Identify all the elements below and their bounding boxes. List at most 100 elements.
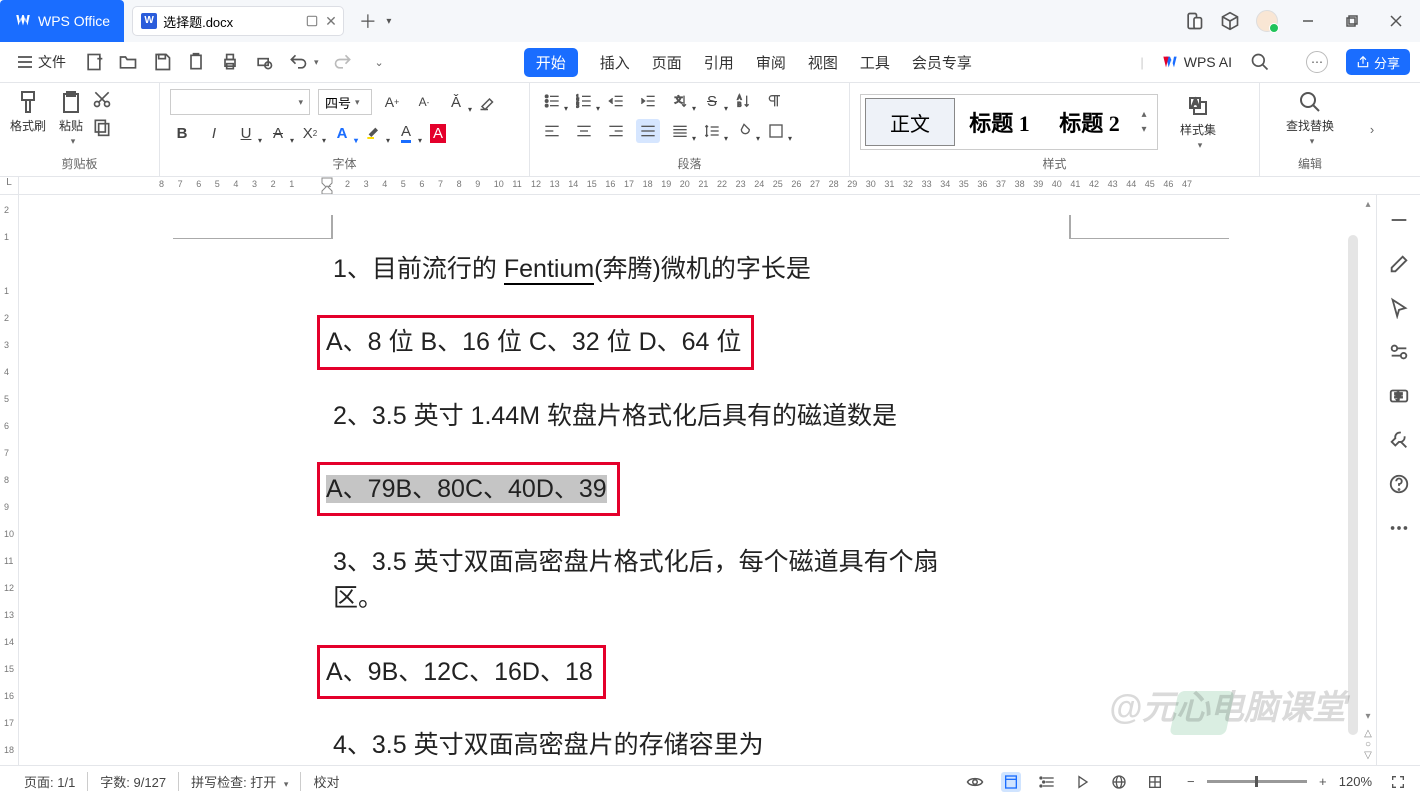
- clipboard-icon[interactable]: [186, 52, 206, 72]
- align-left-icon[interactable]: [540, 119, 564, 143]
- format-painter-button[interactable]: 格式刷: [10, 89, 46, 134]
- cursor-rail-icon[interactable]: [1388, 297, 1410, 319]
- search-icon[interactable]: [1250, 52, 1270, 72]
- vertical-ruler[interactable]: 21123456789101112131415161718: [0, 195, 19, 765]
- print-preview-icon[interactable]: [254, 52, 274, 72]
- sort-icon[interactable]: AB: [732, 89, 756, 113]
- close-icon[interactable]: [1382, 7, 1410, 35]
- wps-ai-button[interactable]: WPS AI: [1162, 54, 1232, 70]
- share-button[interactable]: 分享: [1346, 49, 1410, 75]
- status-words[interactable]: 字数: 9/127: [88, 772, 179, 791]
- fit-page-icon[interactable]: [1388, 772, 1408, 792]
- help-rail-icon[interactable]: [1388, 473, 1410, 495]
- style-h2[interactable]: 标题 2: [1045, 98, 1135, 146]
- pen-rail-icon[interactable]: [1388, 253, 1410, 275]
- tab-insert[interactable]: 插入: [600, 52, 630, 73]
- align-distribute-icon[interactable]: ▾: [668, 119, 692, 143]
- document-viewport[interactable]: 1、目前流行的 Fentium(奔腾)微机的字长是 A、8 位 B、16 位 C…: [19, 195, 1360, 765]
- tab-ref[interactable]: 引用: [704, 52, 734, 73]
- maximize-icon[interactable]: [1338, 7, 1366, 35]
- cube-icon[interactable]: [1220, 11, 1240, 31]
- save-icon[interactable]: [152, 52, 172, 72]
- styles-gallery[interactable]: 正文 标题 1 标题 2 ▴▾: [860, 94, 1158, 150]
- device-icon[interactable]: [1184, 11, 1204, 31]
- text-direction-icon[interactable]: 文▾: [668, 89, 692, 113]
- file-menu[interactable]: 文件: [10, 48, 74, 76]
- zoom-control[interactable]: − + 120%: [1181, 772, 1372, 792]
- eye-icon[interactable]: [965, 772, 985, 792]
- tab-view[interactable]: 视图: [808, 52, 838, 73]
- answer-3-box[interactable]: A、9B、12C、16D、18: [317, 645, 606, 699]
- borders-icon[interactable]: ▾: [764, 119, 788, 143]
- protect-view-icon[interactable]: [1145, 772, 1165, 792]
- settings-rail-icon[interactable]: [1388, 341, 1410, 363]
- change-case-icon[interactable]: Ǎ▾: [444, 90, 468, 114]
- browse-object-icon[interactable]: ○: [1365, 739, 1371, 750]
- style-h1[interactable]: 标题 1: [955, 98, 1045, 146]
- status-spell[interactable]: 拼写检查: 打开 ▾: [179, 772, 301, 791]
- style-set-button[interactable]: A 样式集▾: [1180, 93, 1216, 151]
- char-shading-icon[interactable]: A: [426, 121, 450, 145]
- font-color-icon[interactable]: A▾: [394, 121, 418, 145]
- paste-button[interactable]: 粘贴▾: [58, 89, 84, 147]
- feedback-icon[interactable]: ⋯: [1306, 51, 1328, 73]
- find-replace-button[interactable]: 查找替换▾: [1286, 89, 1334, 147]
- reading-view-icon[interactable]: [1073, 772, 1093, 792]
- text-effects-icon[interactable]: A▾: [330, 121, 354, 145]
- new-tab-button[interactable]: ＋: [356, 9, 380, 33]
- question-1[interactable]: 1、目前流行的 Fentium(奔腾)微机的字长是: [333, 251, 973, 287]
- zoom-out-icon[interactable]: −: [1181, 772, 1201, 792]
- print-icon[interactable]: [220, 52, 240, 72]
- status-proof[interactable]: 校对: [301, 772, 351, 791]
- strikethrough-icon[interactable]: A▾: [266, 121, 290, 145]
- bold-icon[interactable]: B: [170, 121, 194, 145]
- shading-icon[interactable]: ▾: [732, 119, 756, 143]
- zoom-slider[interactable]: [1207, 780, 1307, 783]
- underline-icon[interactable]: U▾: [234, 121, 258, 145]
- outdent-icon[interactable]: [604, 89, 628, 113]
- align-right-icon[interactable]: [604, 119, 628, 143]
- prev-page-icon[interactable]: △: [1364, 728, 1372, 739]
- line-spacing-icon[interactable]: ▾: [700, 119, 724, 143]
- ocr-rail-icon[interactable]: 字: [1388, 385, 1410, 407]
- styles-more[interactable]: ▴▾: [1135, 109, 1153, 135]
- strikethrough2-icon[interactable]: S▾: [700, 89, 724, 113]
- qat-more[interactable]: ⌄: [375, 56, 384, 69]
- minus-rail-icon[interactable]: [1388, 209, 1410, 231]
- align-justify-icon[interactable]: [636, 119, 660, 143]
- tab-member[interactable]: 会员专享: [912, 52, 972, 73]
- web-view-icon[interactable]: [1109, 772, 1129, 792]
- scroll-up-icon[interactable]: ▴: [1365, 199, 1370, 210]
- style-normal[interactable]: 正文: [865, 98, 955, 146]
- copy-icon[interactable]: [92, 117, 112, 137]
- font-name-select[interactable]: ▾: [170, 89, 310, 115]
- clear-format-icon[interactable]: [476, 90, 500, 114]
- highlight-icon[interactable]: ▾: [362, 121, 386, 145]
- question-3[interactable]: 3、3.5 英寸双面高密盘片格式化后，每个磁道具有个扇区。: [333, 544, 973, 617]
- question-4[interactable]: 4、3.5 英寸双面高密盘片的存储容里为: [333, 727, 973, 763]
- avatar[interactable]: [1256, 10, 1278, 32]
- new-tab-more[interactable]: ▾: [380, 16, 398, 27]
- tab-tool[interactable]: 工具: [860, 52, 890, 73]
- tab-review[interactable]: 审阅: [756, 52, 786, 73]
- answer-2-box[interactable]: A、79B、80C、40D、39: [317, 462, 620, 516]
- outline-view-icon[interactable]: [1037, 772, 1057, 792]
- tab-menu-icon[interactable]: [305, 14, 319, 28]
- more-rail-icon[interactable]: [1388, 517, 1410, 539]
- minimize-icon[interactable]: [1294, 7, 1322, 35]
- page-view-icon[interactable]: [1001, 772, 1021, 792]
- tab-page[interactable]: 页面: [652, 52, 682, 73]
- open-icon[interactable]: [118, 52, 138, 72]
- show-marks-icon[interactable]: [764, 89, 788, 113]
- undo-icon[interactable]: [288, 52, 308, 72]
- indent-icon[interactable]: [636, 89, 660, 113]
- decrease-font-icon[interactable]: A-: [412, 90, 436, 114]
- bullets-icon[interactable]: ▾: [540, 89, 564, 113]
- doc-tab[interactable]: W 选择题.docx ✕: [132, 6, 344, 36]
- tab-home[interactable]: 开始: [524, 48, 578, 77]
- tools-rail-icon[interactable]: [1388, 429, 1410, 451]
- redo-icon[interactable]: [333, 52, 353, 72]
- align-center-icon[interactable]: [572, 119, 596, 143]
- scrollbar-thumb[interactable]: [1348, 235, 1358, 735]
- horizontal-ruler[interactable]: L 87654321123456789101112131415161718192…: [0, 177, 1420, 195]
